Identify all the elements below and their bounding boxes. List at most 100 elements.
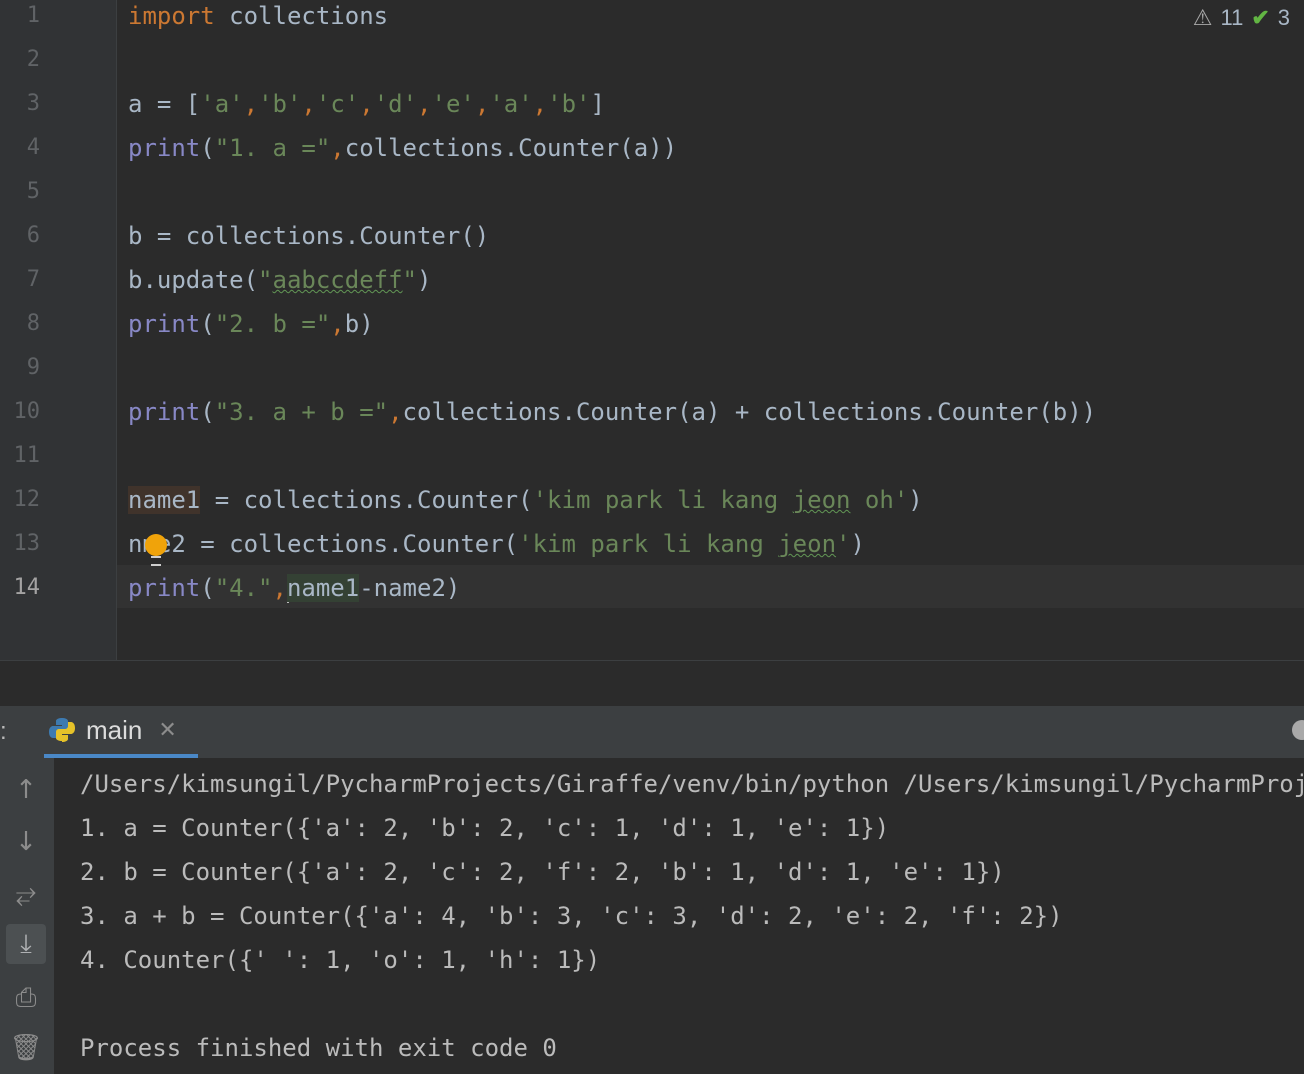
tab-main[interactable]: main ✕ bbox=[44, 706, 198, 758]
code-text: ( bbox=[200, 398, 215, 426]
string-quote: " bbox=[258, 266, 273, 294]
trash-icon[interactable]: 🗑 bbox=[6, 1028, 46, 1068]
code-text: ] bbox=[590, 90, 605, 118]
line-number: 1 bbox=[26, 3, 40, 28]
comma-warning: , bbox=[301, 90, 316, 118]
print-icon[interactable]: ⎙ bbox=[6, 978, 46, 1018]
string-literal: 'b' bbox=[547, 90, 591, 118]
string-literal: "4." bbox=[214, 574, 273, 602]
code-text: b = collections.Counter() bbox=[128, 222, 490, 250]
string-literal: "1. a =" bbox=[214, 134, 331, 162]
code-text: collections bbox=[214, 2, 389, 30]
line-number: 8 bbox=[26, 311, 40, 336]
code-line-12[interactable]: name1 = collections.Counter('kim park li… bbox=[128, 478, 1304, 522]
string-literal: 'a' bbox=[489, 90, 533, 118]
builtin-print: print bbox=[128, 398, 201, 426]
code-text: collections.Counter(a)) bbox=[344, 134, 678, 162]
code-text: me2 = collections.Counter( bbox=[142, 530, 519, 558]
code-text: ( bbox=[200, 134, 215, 162]
builtin-print: print bbox=[128, 310, 201, 338]
lightbulb-icon[interactable] bbox=[145, 534, 167, 566]
code-line-13[interactable]: nme2 = collections.Counter('kim park li … bbox=[128, 522, 1304, 566]
code-text: ) bbox=[417, 266, 432, 294]
code-text: a = [ bbox=[128, 90, 201, 118]
line-number: 4 bbox=[26, 135, 40, 160]
identifier-name1-highlight: name1 bbox=[286, 574, 360, 602]
code-text: n bbox=[128, 530, 143, 558]
string-literal: 'e' bbox=[431, 90, 475, 118]
code-text: b) bbox=[344, 310, 374, 338]
string-literal: 'kim park li kang bbox=[518, 530, 779, 558]
console-line: 2. b = Counter({'a': 2, 'c': 2, 'f': 2, … bbox=[80, 858, 1005, 886]
comma-warning: , bbox=[272, 574, 287, 602]
code-text: = collections.Counter( bbox=[200, 486, 533, 514]
string-literal: 'd' bbox=[373, 90, 418, 118]
close-icon[interactable]: ✕ bbox=[158, 717, 176, 743]
string-literal: 'c' bbox=[315, 90, 360, 118]
line-number: 6 bbox=[26, 223, 40, 248]
string-literal: "3. a + b =" bbox=[214, 398, 389, 426]
string-quote: " bbox=[402, 266, 417, 294]
code-line-7[interactable]: b.update("aabccdeff") bbox=[128, 258, 1304, 302]
console-output[interactable]: /Users/kimsungil/PycharmProjects/Giraffe… bbox=[54, 758, 1304, 1074]
code-line-6[interactable]: b = collections.Counter() bbox=[128, 214, 1304, 258]
builtin-print: print bbox=[128, 574, 201, 602]
line-number: 11 bbox=[13, 443, 41, 468]
comma-warning: , bbox=[417, 90, 432, 118]
comma-warning: , bbox=[532, 90, 548, 118]
string-literal: 'a' bbox=[200, 90, 244, 118]
code-line-14[interactable]: print("4.",name1-name2) bbox=[128, 566, 1304, 610]
comma-warning: , bbox=[359, 90, 374, 118]
typo-string: jeon bbox=[778, 530, 837, 558]
comma-warning: , bbox=[330, 310, 345, 338]
run-label-colon: : bbox=[0, 718, 7, 745]
code-editor[interactable]: 1 2 3 4 5 6 7 8 9 10 11 12 13 14 ⚠ 11 ✔ … bbox=[0, 0, 1304, 660]
line-number: 2 bbox=[26, 47, 40, 72]
string-literal: "2. b =" bbox=[214, 310, 331, 338]
code-line-3[interactable]: a = ['a','b','c','d','e','a','b'] bbox=[128, 82, 1304, 126]
code-line-10[interactable]: print("3. a + b =",collections.Counter(a… bbox=[128, 390, 1304, 434]
code-text: ( bbox=[200, 574, 215, 602]
code-line-1[interactable]: import collections bbox=[128, 0, 1304, 38]
python-icon bbox=[49, 718, 75, 742]
up-arrow-icon[interactable]: ↑ bbox=[6, 770, 46, 810]
line-number: 13 bbox=[13, 531, 41, 556]
string-literal: 'kim park li kang bbox=[532, 486, 793, 514]
scroll-to-end-icon[interactable]: ⤓ bbox=[6, 924, 46, 964]
tab-label: main bbox=[86, 714, 143, 745]
code-text: ( bbox=[200, 310, 215, 338]
string-literal: 'b' bbox=[258, 90, 302, 118]
comma-warning: , bbox=[474, 90, 490, 118]
code-text: collections.Counter(a) + collections.Cou… bbox=[402, 398, 1097, 426]
code-line-8[interactable]: print("2. b =",b) bbox=[128, 302, 1304, 346]
comma-warning: , bbox=[243, 90, 259, 118]
code-line-4[interactable]: print("1. a =",collections.Counter(a)) bbox=[128, 126, 1304, 170]
console-line: 1. a = Counter({'a': 2, 'b': 2, 'c': 1, … bbox=[80, 814, 890, 842]
soft-wrap-icon[interactable]: ⥂ bbox=[6, 874, 46, 914]
console-line: /Users/kimsungil/PycharmProjects/Giraffe… bbox=[80, 770, 1304, 798]
code-text: ) bbox=[908, 486, 923, 514]
builtin-print: print bbox=[128, 134, 201, 162]
identifier-name1-highlight: name1 bbox=[128, 486, 201, 514]
console-line: Process finished with exit code 0 bbox=[80, 1034, 557, 1062]
keyword-import: import bbox=[128, 2, 215, 30]
line-number: 7 bbox=[26, 267, 40, 292]
run-tool-window-header: : main ✕ bbox=[0, 706, 1304, 758]
line-number-gutter: 1 2 3 4 5 6 7 8 9 10 11 12 13 14 bbox=[0, 0, 117, 660]
code-text: ) bbox=[850, 530, 865, 558]
typo-string: jeon bbox=[792, 486, 851, 514]
string-literal: ' bbox=[836, 530, 851, 558]
line-number: 10 bbox=[13, 399, 41, 424]
line-number: 5 bbox=[26, 179, 40, 204]
down-arrow-icon[interactable]: ↓ bbox=[6, 822, 46, 862]
string-literal: oh' bbox=[850, 486, 909, 514]
typo-string: aabccdeff bbox=[272, 266, 403, 294]
gear-icon[interactable] bbox=[1292, 720, 1304, 740]
panel-splitter[interactable] bbox=[0, 660, 1304, 707]
comma-warning: , bbox=[330, 134, 345, 162]
console-line: 3. a + b = Counter({'a': 4, 'b': 3, 'c':… bbox=[80, 902, 1063, 930]
run-toolbar: ↑ ↓ ⥂ ⤓ ⎙ 🗑 bbox=[0, 758, 54, 1074]
comma-warning: , bbox=[388, 398, 403, 426]
code-text: b.update( bbox=[128, 266, 259, 294]
console-line: 4. Counter({' ': 1, 'o': 1, 'h': 1}) bbox=[80, 946, 601, 974]
